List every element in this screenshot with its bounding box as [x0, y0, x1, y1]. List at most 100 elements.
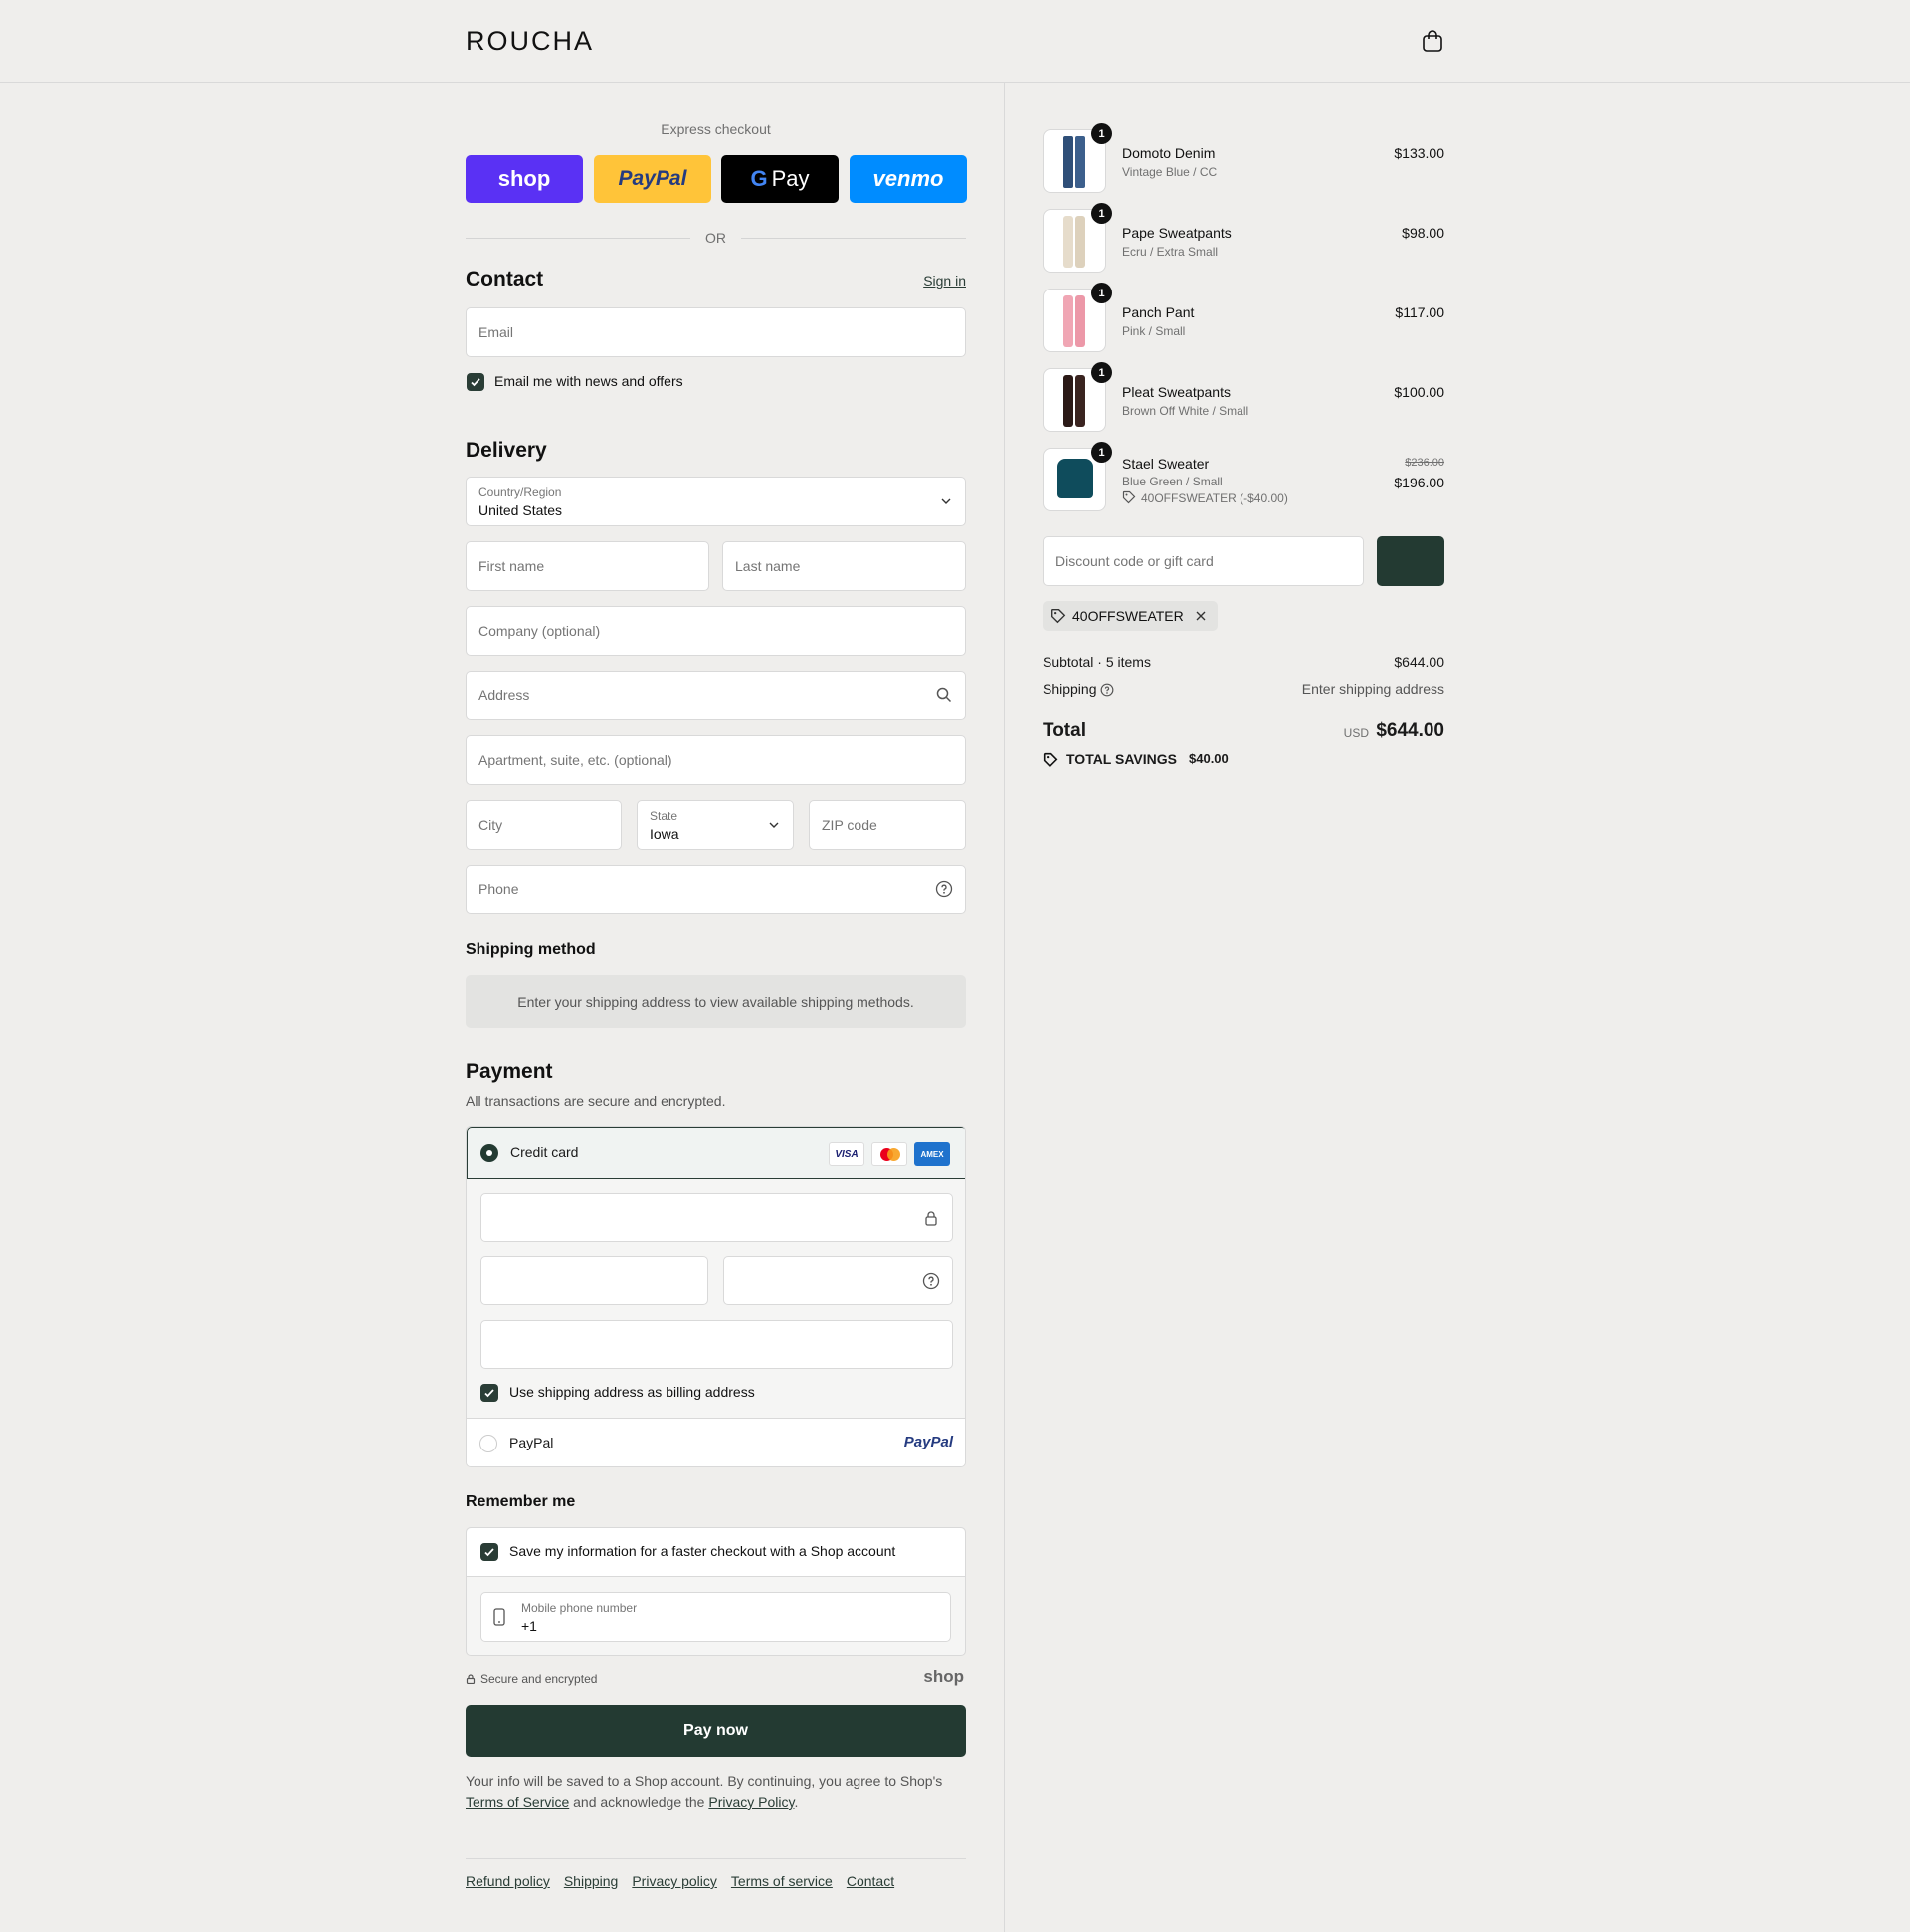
company-field[interactable]: Company (optional) — [466, 606, 966, 656]
applied-code: 40OFFSWEATER — [1072, 608, 1184, 624]
save-info-checkbox[interactable] — [480, 1543, 498, 1561]
phone-placeholder: Phone — [478, 881, 519, 897]
shipping-row: Shipping Enter shipping address — [1043, 681, 1444, 697]
item-variant: Brown Off White / Small — [1122, 404, 1249, 418]
last-name-placeholder: Last name — [735, 558, 801, 574]
venmo-button[interactable]: venmo — [850, 155, 967, 203]
terms-of-service-link[interactable]: Terms of Service — [466, 1794, 569, 1810]
first-name-placeholder: First name — [478, 558, 545, 574]
brand-logo[interactable]: ROUCHA — [466, 26, 594, 57]
paypal-radio[interactable] — [479, 1435, 497, 1452]
name-on-card-field[interactable] — [480, 1320, 953, 1369]
cart-item: 1 Panch Pant Pink / Small $117.00 — [1043, 283, 1444, 354]
shop-pay-button[interactable]: shop — [466, 155, 583, 203]
lock-icon — [925, 1211, 937, 1226]
remember-me-heading: Remember me — [466, 1493, 576, 1510]
total-label: Total — [1043, 720, 1086, 741]
secure-encrypted-text: Secure and encrypted — [480, 1672, 598, 1686]
footer-shipping[interactable]: Shipping — [564, 1873, 619, 1889]
checkmark-icon — [484, 1389, 494, 1398]
discount-code-field[interactable]: Discount code or gift card — [1043, 536, 1364, 586]
city-field[interactable]: City — [466, 800, 622, 850]
quantity-badge: 1 — [1091, 283, 1112, 303]
total-row: Total $644.00 USD — [1043, 720, 1444, 746]
quantity-badge: 1 — [1091, 442, 1112, 463]
card-number-field[interactable] — [480, 1193, 953, 1242]
paypal-button[interactable]: PayPal — [594, 155, 711, 203]
tag-icon — [1043, 752, 1058, 768]
sign-in-link[interactable]: Sign in — [923, 273, 966, 289]
express-checkout-title: Express checkout — [661, 121, 771, 137]
item-variant: Blue Green / Small — [1122, 475, 1223, 488]
currency-code: USD — [1343, 726, 1369, 740]
apply-discount-button[interactable] — [1377, 536, 1444, 586]
close-icon[interactable] — [1194, 609, 1208, 623]
contact-heading: Contact — [466, 268, 544, 290]
footer-refund-policy[interactable]: Refund policy — [466, 1873, 550, 1889]
credit-card-radio[interactable] — [480, 1144, 498, 1162]
item-name: Panch Pant — [1122, 304, 1195, 320]
or-divider: OR — [466, 230, 966, 246]
amex-icon: AMEX — [914, 1142, 950, 1166]
google-pay-button[interactable]: G Pay — [721, 155, 839, 203]
item-price: $100.00 — [1394, 384, 1444, 400]
save-info-row: Save my information for a faster checkou… — [467, 1528, 965, 1577]
billing-same-checkbox[interactable] — [480, 1384, 498, 1402]
total-savings-value: $40.00 — [1189, 751, 1229, 766]
footer-privacy-policy[interactable]: Privacy policy — [632, 1873, 717, 1889]
help-circle-icon[interactable] — [1100, 683, 1114, 697]
item-price: $117.00 — [1395, 304, 1444, 320]
apartment-field[interactable]: Apartment, suite, etc. (optional) — [466, 735, 966, 785]
expiration-field[interactable] — [480, 1256, 708, 1305]
quantity-badge: 1 — [1091, 203, 1112, 224]
payment-heading: Payment — [466, 1061, 553, 1083]
help-circle-icon[interactable] — [935, 880, 953, 898]
paypal-option-label: PayPal — [509, 1435, 554, 1450]
payment-methods: Credit card VISA AMEX Use shipping addre… — [466, 1126, 966, 1467]
shipping-method-message: Enter your shipping address to view avai… — [517, 993, 914, 1010]
item-price: $98.00 — [1402, 225, 1444, 241]
zip-field[interactable]: ZIP code — [809, 800, 966, 850]
terms-text: Your info will be saved to a Shop accoun… — [466, 1773, 943, 1789]
state-select[interactable]: State Iowa — [637, 800, 794, 850]
mobile-phone-field[interactable]: Mobile phone number +1 — [480, 1592, 951, 1642]
phone-field[interactable]: Phone — [466, 865, 966, 914]
quantity-badge: 1 — [1091, 123, 1112, 144]
country-select[interactable]: Country/Region United States — [466, 477, 966, 526]
lock-icon — [466, 1674, 476, 1684]
tag-icon — [1122, 490, 1136, 504]
item-name: Pape Sweatpants — [1122, 225, 1232, 241]
cart-item: 1 Domoto Denim Vintage Blue / CC $133.00 — [1043, 123, 1444, 195]
terms-text-2: and acknowledge the — [569, 1794, 709, 1810]
footer-terms-of-service[interactable]: Terms of service — [731, 1873, 833, 1889]
item-price: $133.00 — [1394, 145, 1444, 161]
apartment-placeholder: Apartment, suite, etc. (optional) — [478, 752, 672, 768]
footer-contact[interactable]: Contact — [847, 1873, 894, 1889]
privacy-policy-link[interactable]: Privacy Policy — [708, 1794, 794, 1810]
delivery-heading: Delivery — [466, 439, 547, 462]
state-label: State — [650, 809, 678, 823]
first-name-field[interactable]: First name — [466, 541, 709, 591]
paypal-label: PayPal — [618, 167, 687, 190]
credit-card-option[interactable]: Credit card VISA AMEX — [467, 1127, 965, 1179]
item-price: $196.00 — [1394, 475, 1444, 490]
newsletter-checkbox[interactable] — [467, 373, 484, 391]
paypal-logo: PayPal — [903, 1434, 953, 1450]
paypal-option[interactable]: PayPal PayPal — [467, 1418, 965, 1466]
pay-now-button[interactable]: Pay now — [466, 1705, 966, 1757]
credit-card-label: Credit card — [510, 1144, 579, 1160]
chevron-down-icon — [941, 498, 951, 504]
shipping-method-notice: Enter your shipping address to view avai… — [466, 975, 966, 1028]
email-field[interactable]: Email — [466, 307, 966, 357]
shopping-bag-icon[interactable] — [1422, 29, 1443, 53]
newsletter-label: Email me with news and offers — [494, 373, 683, 389]
security-code-field[interactable] — [723, 1256, 953, 1305]
help-circle-icon[interactable] — [922, 1272, 940, 1290]
payment-subtitle: All transactions are secure and encrypte… — [466, 1093, 726, 1109]
item-name: Domoto Denim — [1122, 145, 1216, 161]
subtotal-value: $644.00 — [1394, 654, 1444, 670]
address-field[interactable]: Address — [466, 671, 966, 720]
item-name: Stael Sweater — [1122, 456, 1210, 472]
last-name-field[interactable]: Last name — [722, 541, 966, 591]
billing-same-label: Use shipping address as billing address — [509, 1384, 755, 1400]
